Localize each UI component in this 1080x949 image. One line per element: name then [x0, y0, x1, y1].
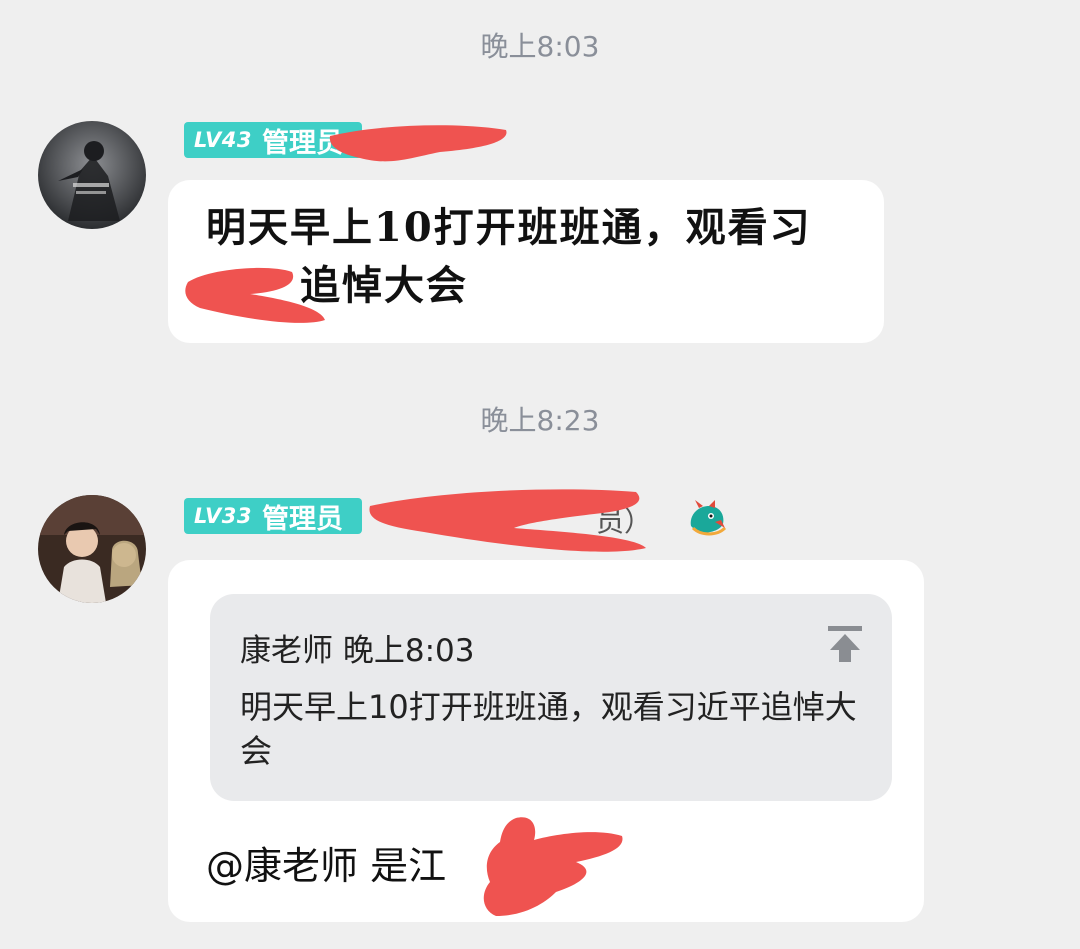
- quote-header: 康老师 晚上8:03: [240, 625, 474, 670]
- level-badge: LV33 管理员: [184, 498, 362, 535]
- quote-text: 明天早上10打开班班通，观看习近平追悼大会: [240, 688, 857, 770]
- timestamp: 晚上8:23: [480, 404, 600, 437]
- role-label: 管理员: [261, 503, 343, 535]
- redaction-mark: [185, 267, 325, 323]
- redaction-mark: [483, 817, 623, 916]
- redaction-mark: [329, 125, 507, 162]
- quote-time: 晚上8:03: [342, 633, 475, 669]
- scroll-to-top-icon[interactable]: [826, 624, 864, 664]
- dragon-emblem-icon: [690, 500, 727, 536]
- quote-author: 康老师: [240, 633, 333, 669]
- level-label: LV33: [194, 504, 252, 528]
- level-label: LV43: [194, 128, 252, 152]
- timestamp: 晚上8:03: [480, 30, 600, 63]
- redaction-mark: [369, 489, 646, 552]
- message-text-line1: 明天早上10打开班班通，观看习: [206, 204, 812, 251]
- avatar[interactable]: [38, 121, 146, 229]
- avatar[interactable]: [38, 495, 146, 603]
- reply-text: @康老师 是江: [206, 844, 447, 888]
